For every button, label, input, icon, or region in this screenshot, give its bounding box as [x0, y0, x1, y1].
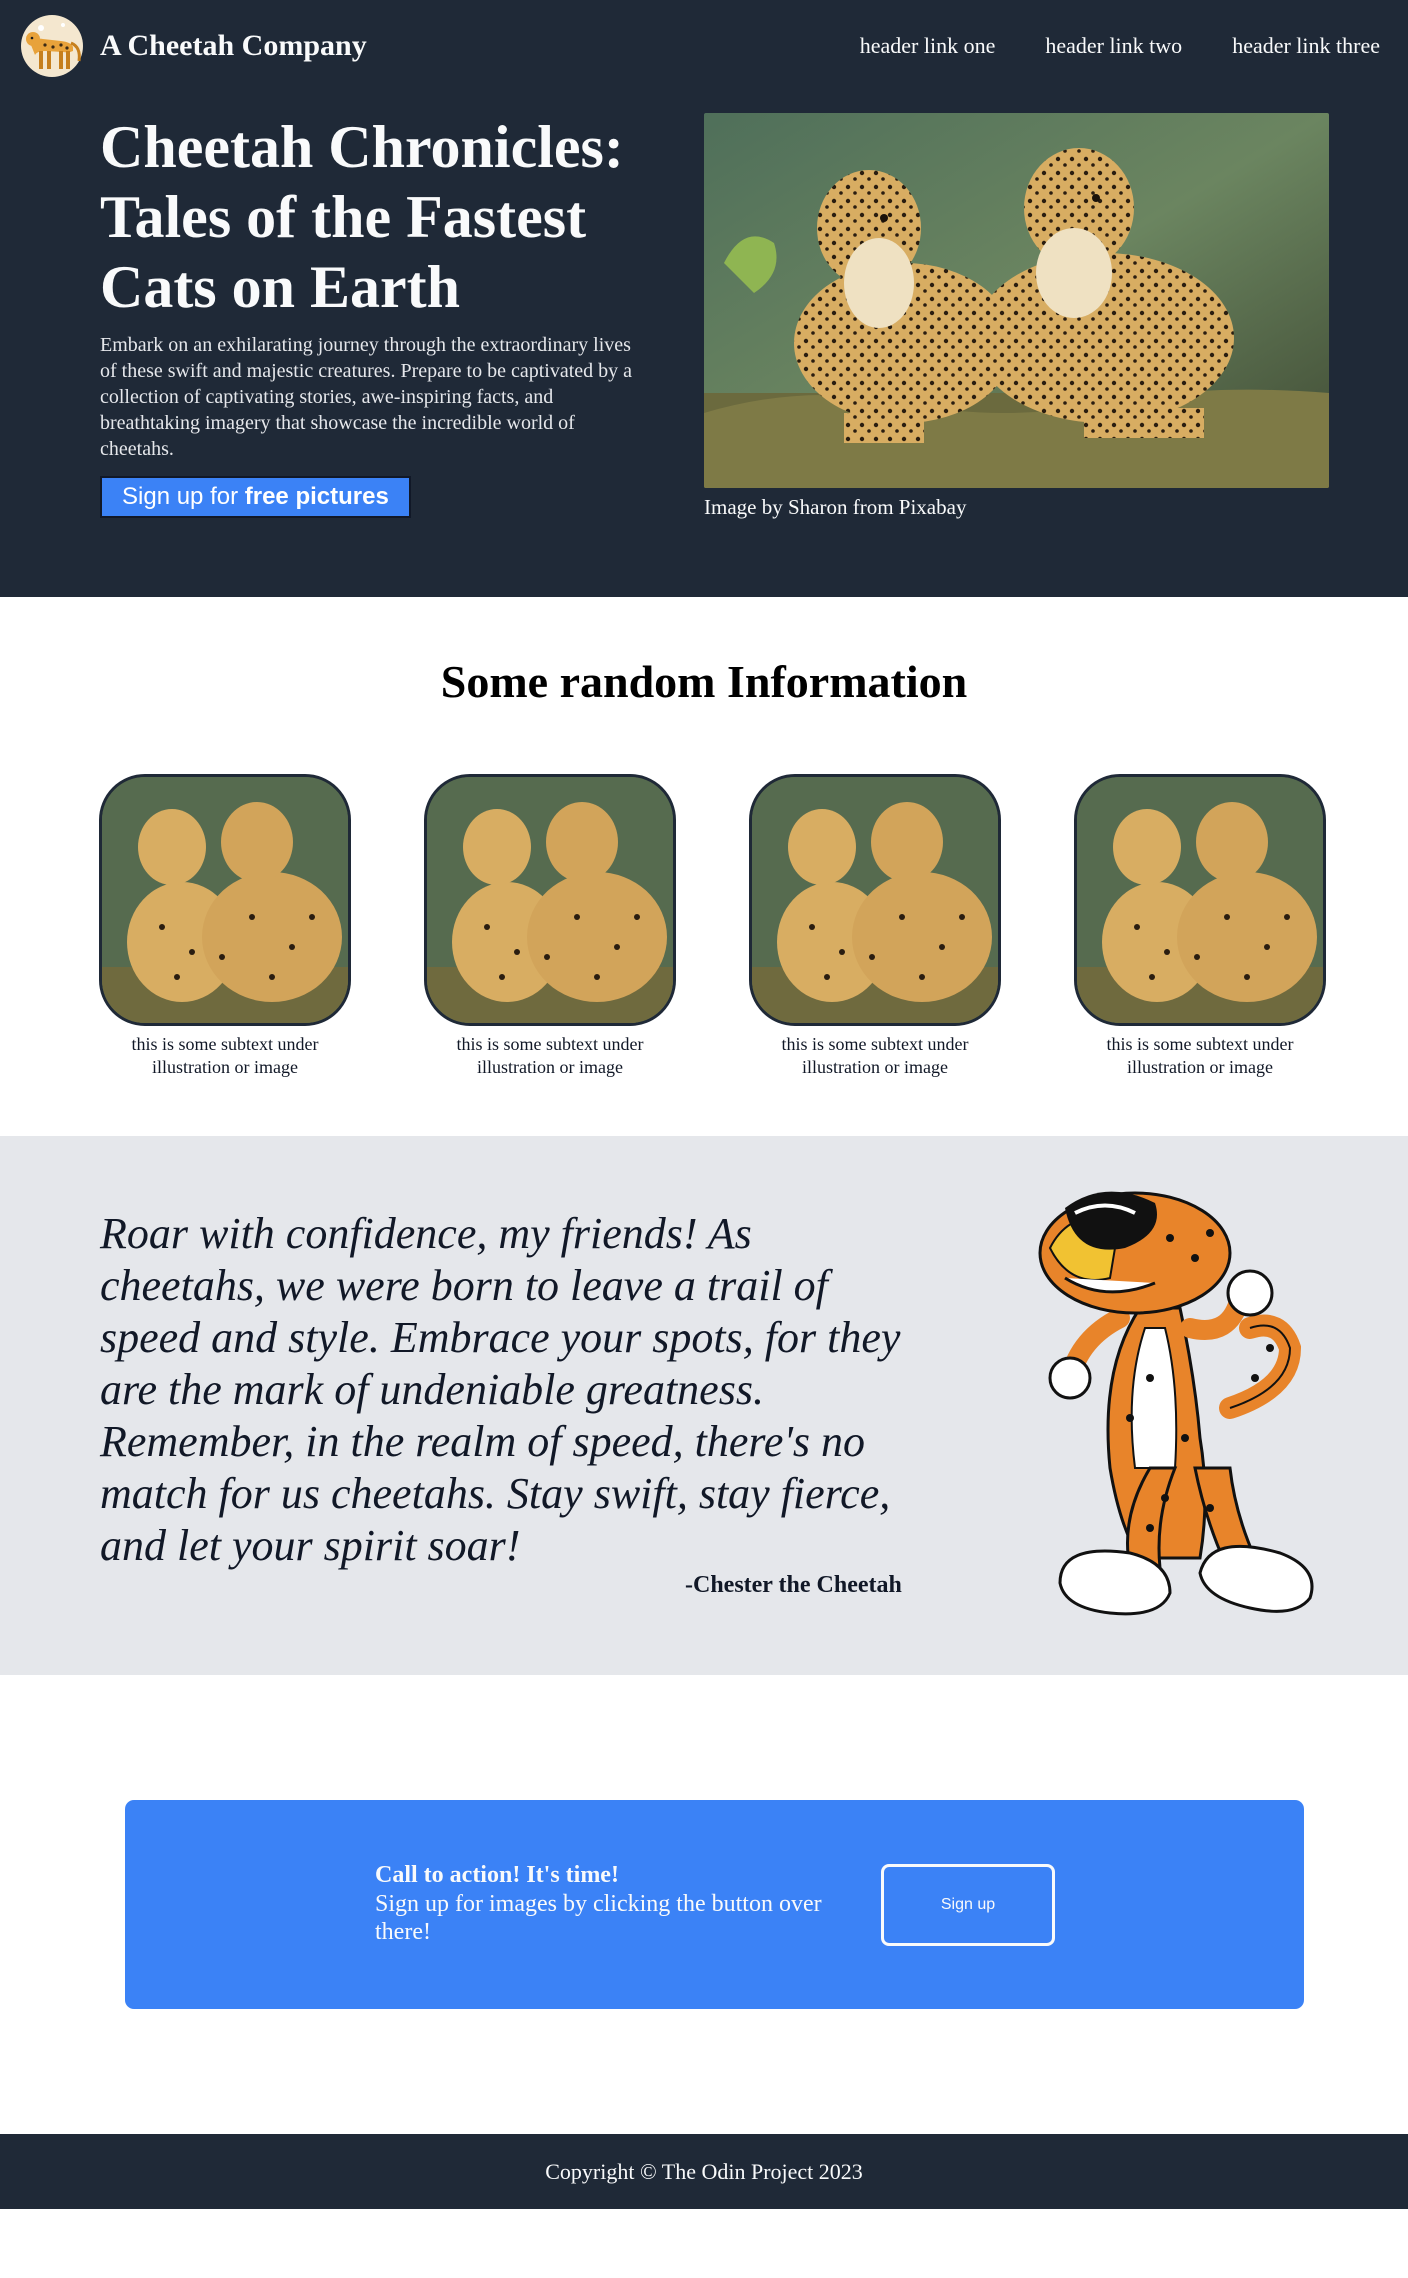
hero-section: A Cheetah Company header link one header…	[0, 0, 1408, 597]
chester-cheetah-mascot-image	[970, 1178, 1340, 1648]
card-cheetah-image	[1074, 774, 1326, 1026]
hero-description: Embark on an exhilarating journey throug…	[100, 334, 633, 460]
info-section-title: Some random Information	[440, 656, 968, 707]
info-card: this is some subtext under illustration …	[1074, 774, 1326, 1079]
card-cheetah-image	[749, 774, 1001, 1026]
quote-section: Roar with confidence, my friends! As che…	[0, 1136, 1408, 1675]
cta-title: Call to action! It's time!	[375, 1862, 619, 1888]
call-to-action-section: Call to action! It's time! Sign up for i…	[125, 1800, 1304, 2009]
footer: Copyright © The Odin Project 2023	[0, 2134, 1408, 2209]
card-caption: this is some subtext under illustration …	[781, 1034, 969, 1077]
quote-text: Roar with confidence, my friends! As che…	[100, 1209, 901, 1570]
info-card: this is some subtext under illustration …	[749, 774, 1001, 1079]
card-caption: this is some subtext under illustration …	[456, 1034, 644, 1077]
card-caption: this is some subtext under illustration …	[131, 1034, 319, 1077]
signup-free-pictures-button[interactable]: Sign up for free pictures	[100, 476, 411, 518]
card-cheetah-image	[99, 774, 351, 1026]
footer-copyright: Copyright © The Odin Project 2023	[545, 2159, 863, 2184]
nav-link-three[interactable]: header link three	[1232, 35, 1380, 57]
cta-signup-button[interactable]: Sign up	[881, 1864, 1055, 1946]
hero-button-bold: free pictures	[244, 483, 389, 510]
brand[interactable]: A Cheetah Company	[19, 13, 367, 79]
nav-link-two[interactable]: header link two	[1045, 35, 1182, 57]
hero-button-prefix: Sign up for	[122, 483, 245, 510]
info-card: this is some subtext under illustration …	[424, 774, 676, 1079]
hero-cheetah-image	[704, 113, 1329, 488]
quote-author: -Chester the Cheetah	[685, 1572, 902, 1598]
info-card: this is some subtext under illustration …	[99, 774, 351, 1079]
cheetah-logo-icon	[19, 13, 85, 79]
hero-image-caption: Image by Sharon from Pixabay	[704, 495, 967, 519]
header-nav: header link one header link two header l…	[860, 35, 1380, 57]
hero-title: Cheetah Chronicles: Tales of the Fastest…	[100, 114, 624, 320]
cta-text: Sign up for images by clicking the butto…	[375, 1891, 822, 1945]
card-cheetah-image	[424, 774, 676, 1026]
card-caption: this is some subtext under illustration …	[1106, 1034, 1294, 1077]
nav-link-one[interactable]: header link one	[860, 35, 996, 57]
brand-name: A Cheetah Company	[100, 29, 367, 62]
